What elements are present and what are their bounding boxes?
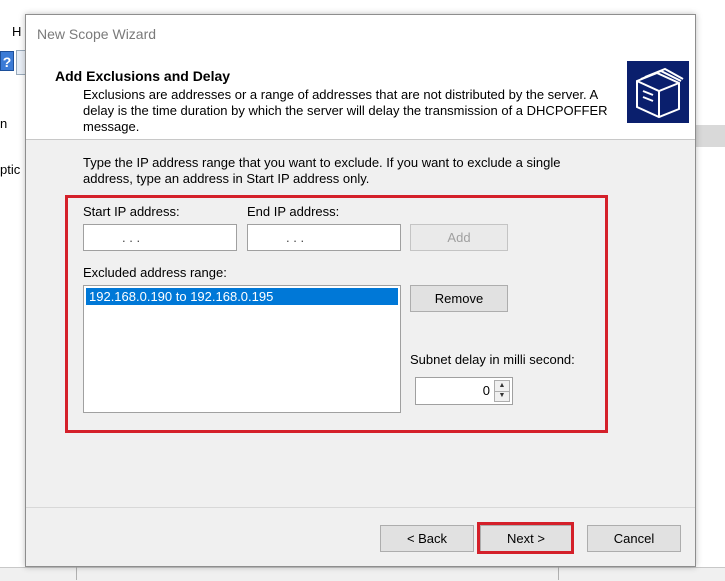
status-bar-divider xyxy=(76,567,77,580)
excluded-range-list[interactable]: 192.168.0.190 to 192.168.0.195 xyxy=(83,285,401,413)
footer-divider xyxy=(26,507,695,508)
dialog-title: New Scope Wizard xyxy=(37,26,157,42)
page-title: Add Exclusions and Delay xyxy=(55,68,231,84)
background-text-fragment: n xyxy=(0,116,8,131)
subnet-delay-label: Subnet delay in milli second: xyxy=(410,352,575,367)
start-ip-label: Start IP address: xyxy=(83,204,180,219)
excluded-range-label: Excluded address range: xyxy=(83,265,227,280)
start-ip-input[interactable]: . . . xyxy=(83,224,237,251)
back-button[interactable]: < Back xyxy=(380,525,474,552)
dialog-titlebar[interactable]: New Scope Wizard xyxy=(26,15,695,53)
background-menu-fragment: H xyxy=(12,24,22,39)
end-ip-separators: . . . xyxy=(286,230,305,245)
list-item[interactable]: 192.168.0.190 to 192.168.0.195 xyxy=(86,288,398,305)
end-ip-label: End IP address: xyxy=(247,204,340,219)
start-ip-separators: . . . xyxy=(122,230,141,245)
new-scope-wizard-dialog: New Scope Wizard Add Exclusions and Dela… xyxy=(25,14,696,567)
next-button[interactable]: Next > xyxy=(480,525,572,552)
status-bar-divider xyxy=(558,567,559,580)
background-text-fragment-options: ptic xyxy=(0,162,21,177)
spinner-buttons: ▲ ▼ xyxy=(494,380,510,402)
background-status-bar xyxy=(0,567,725,581)
page-description: Exclusions are addresses or a range of a… xyxy=(83,87,608,134)
end-ip-input[interactable]: . . . xyxy=(247,224,401,251)
help-icon[interactable]: ? xyxy=(0,51,14,71)
add-button[interactable]: Add xyxy=(410,224,508,251)
remove-button[interactable]: Remove xyxy=(410,285,508,312)
folders-icon xyxy=(627,61,689,123)
background-panel-fragment xyxy=(696,125,725,147)
wizard-header: Add Exclusions and Delay Exclusions are … xyxy=(26,53,695,140)
spin-down-icon[interactable]: ▼ xyxy=(495,391,509,401)
subnet-delay-value: 0 xyxy=(482,383,490,398)
instructions-text: Type the IP address range that you want … xyxy=(83,155,561,186)
subnet-delay-spinner[interactable]: 0 ▲ ▼ xyxy=(415,377,513,405)
cancel-button[interactable]: Cancel xyxy=(587,525,681,552)
